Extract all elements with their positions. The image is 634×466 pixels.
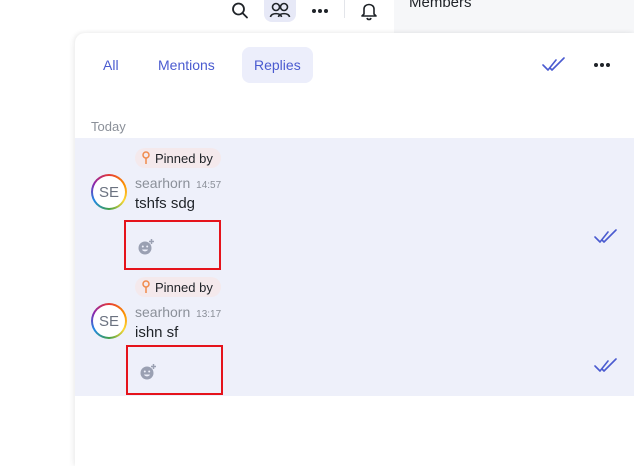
message-list: Pinned by SE searhorn 14:57 tshfs sdg Pi…	[75, 138, 634, 396]
double-check-icon	[594, 229, 617, 243]
avatar[interactable]: SE	[91, 303, 127, 339]
double-check-icon	[594, 358, 617, 372]
add-reaction-icon[interactable]	[137, 238, 155, 256]
author-name[interactable]: searhorn	[135, 175, 190, 191]
message-item[interactable]: Pinned by SE searhorn 14:57 tshfs sdg	[75, 138, 634, 270]
tab-replies[interactable]: Replies	[242, 47, 313, 83]
pinned-badge: Pinned by	[135, 277, 221, 297]
members-title: Members	[409, 0, 472, 11]
add-reaction-icon[interactable]	[139, 363, 157, 381]
message-time: 13:17	[196, 309, 222, 320]
toolbar-divider	[344, 0, 345, 18]
message-text: ishn sf	[135, 324, 179, 341]
bell-icon[interactable]	[354, 0, 384, 22]
top-toolbar: Members	[0, 0, 634, 33]
search-icon[interactable]	[225, 0, 255, 22]
double-check-icon[interactable]	[540, 51, 568, 79]
more-horizontal-icon[interactable]	[588, 51, 616, 79]
day-separator: Today	[91, 119, 126, 134]
tab-all[interactable]: All	[91, 47, 131, 83]
members-icon[interactable]	[264, 0, 296, 22]
message-time: 14:57	[196, 180, 222, 191]
members-panel-header: Members	[394, 0, 634, 33]
message-author[interactable]: searhorn 14:57	[135, 175, 221, 191]
pinned-badge: Pinned by	[135, 148, 221, 168]
tab-mentions[interactable]: Mentions	[146, 47, 227, 83]
pin-icon	[142, 280, 150, 293]
message-item[interactable]: Pinned by SE searhorn 13:17 ishn sf	[75, 267, 634, 396]
message-text: tshfs sdg	[135, 195, 196, 212]
pinned-label: Pinned by	[155, 150, 213, 166]
pinned-label: Pinned by	[155, 279, 213, 295]
highlight-box	[126, 345, 223, 395]
avatar-initials: SE	[98, 183, 119, 201]
threads-panel: All Mentions Replies Today Pinned by SE …	[75, 33, 634, 466]
avatar-initials: SE	[98, 312, 119, 330]
avatar[interactable]: SE	[91, 174, 127, 210]
pin-icon	[142, 151, 150, 164]
highlight-box	[124, 220, 221, 270]
message-author[interactable]: searhorn 13:17	[135, 304, 221, 320]
author-name[interactable]: searhorn	[135, 304, 190, 320]
more-horizontal-icon[interactable]	[305, 0, 335, 22]
